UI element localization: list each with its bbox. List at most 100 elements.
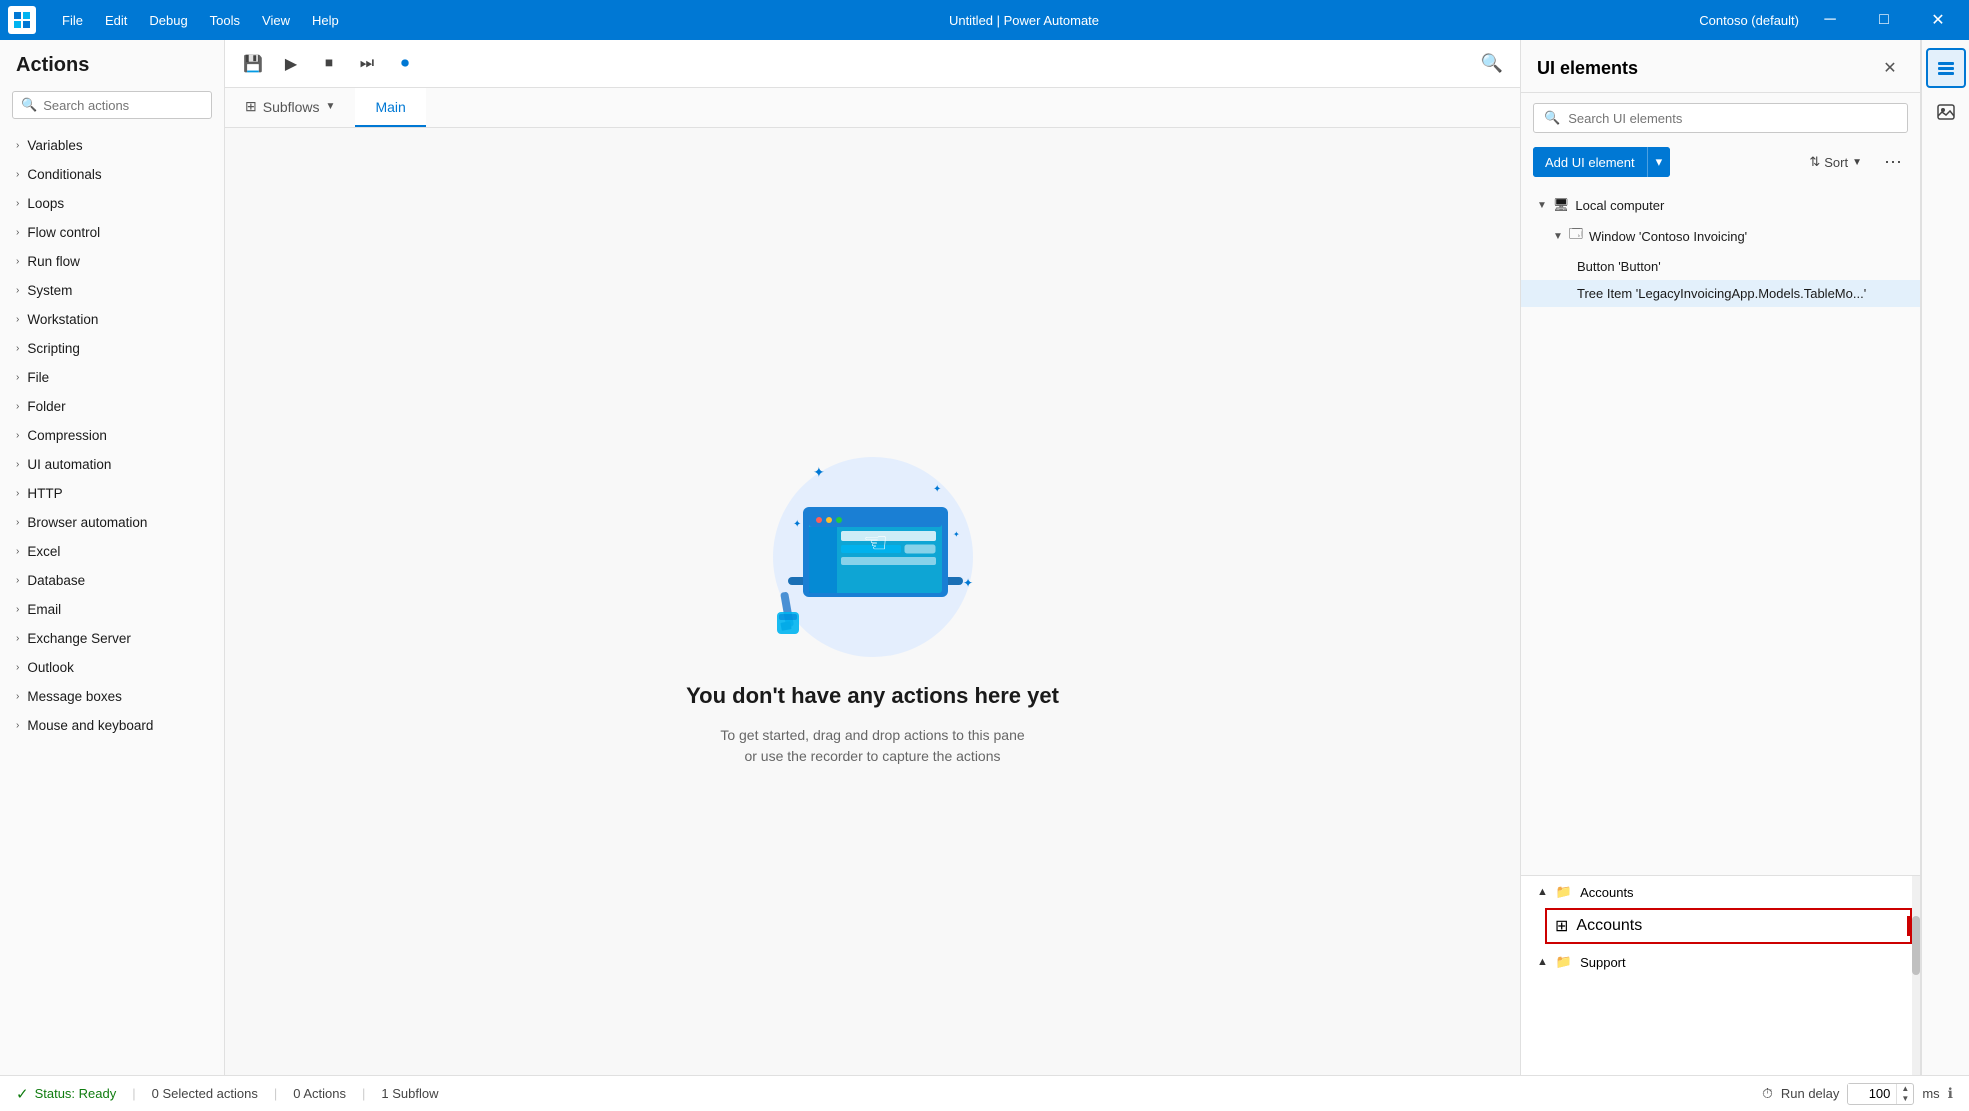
stop-button[interactable]: ⏹	[313, 48, 345, 80]
search-actions-box[interactable]: 🔍	[12, 91, 212, 119]
menu-help[interactable]: Help	[302, 9, 349, 32]
scrollbar-thumb[interactable]	[1912, 916, 1920, 976]
tree-item-window[interactable]: ▼ 🗔 Window 'Contoso Invoicing'	[1521, 219, 1920, 253]
action-item-http[interactable]: › HTTP	[0, 479, 224, 508]
action-item-run-flow[interactable]: › Run flow	[0, 247, 224, 276]
action-item-folder[interactable]: › Folder	[0, 392, 224, 421]
canvas-tabs: ⊞ Subflows ▼ Main	[225, 88, 1520, 128]
accounts-folder-item[interactable]: ▲ 📁 Accounts	[1521, 876, 1920, 908]
action-label: Outlook	[27, 660, 74, 675]
action-item-variables[interactable]: › Variables	[0, 131, 224, 160]
action-label: Mouse and keyboard	[27, 718, 153, 733]
titlebar: File Edit Debug Tools View Help Untitled…	[0, 0, 1969, 40]
action-item-exchange-server[interactable]: › Exchange Server	[0, 624, 224, 653]
tab-main[interactable]: Main	[355, 88, 425, 127]
support-folder-item[interactable]: ▲ 📁 Support	[1521, 946, 1920, 978]
tree-item-label: Tree Item 'LegacyInvoicingApp.Models.Tab…	[1577, 286, 1866, 301]
canvas-empty-state: ✦ ✦ ✦ ✦ ✦	[225, 128, 1520, 1075]
ui-elements-rail-button[interactable]	[1926, 48, 1966, 88]
action-item-scripting[interactable]: › Scripting	[0, 334, 224, 363]
search-ui-elements-box[interactable]: 🔍	[1533, 103, 1908, 133]
main-tab-label: Main	[375, 99, 405, 115]
action-item-ui-automation[interactable]: › UI automation	[0, 450, 224, 479]
tree-item-button[interactable]: Button 'Button'	[1521, 253, 1920, 280]
action-item-compression[interactable]: › Compression	[0, 421, 224, 450]
chevron-icon: ›	[16, 604, 19, 615]
action-item-excel[interactable]: › Excel	[0, 537, 224, 566]
svg-text:✦: ✦	[963, 576, 973, 590]
image-icon	[1936, 102, 1956, 122]
computer-icon: 🖥	[1553, 197, 1570, 213]
folder-icon: 📁	[1556, 884, 1572, 900]
sort-icon: ⇅	[1809, 154, 1820, 170]
run-delay-input[interactable]	[1848, 1084, 1896, 1103]
sort-button[interactable]: ⇅ Sort ▼	[1801, 149, 1870, 175]
menu-file[interactable]: File	[52, 9, 93, 32]
action-item-mouse-keyboard[interactable]: › Mouse and keyboard	[0, 711, 224, 740]
accounts-item[interactable]: ⊞ Accounts	[1545, 908, 1912, 944]
next-button[interactable]: ⏭	[351, 48, 383, 80]
chevron-icon: ›	[16, 575, 19, 586]
delay-up-button[interactable]: ▲	[1897, 1084, 1913, 1094]
menu-view[interactable]: View	[252, 9, 300, 32]
maximize-button[interactable]: □	[1861, 0, 1907, 40]
search-icon: 🔍	[1544, 110, 1560, 126]
tree-item-legacy[interactable]: Tree Item 'LegacyInvoicingApp.Models.Tab…	[1521, 280, 1920, 307]
menu-tools[interactable]: Tools	[200, 9, 250, 32]
record-button[interactable]: ⏺	[389, 48, 421, 80]
tree-item-local-computer[interactable]: ▼ 🖥 Local computer	[1521, 191, 1920, 219]
status-text: Status: Ready	[35, 1086, 117, 1101]
accounts-item-label: Accounts	[1576, 917, 1642, 935]
search-button[interactable]: 🔍	[1476, 48, 1508, 80]
menu-edit[interactable]: Edit	[95, 9, 137, 32]
action-label: File	[27, 370, 49, 385]
close-ui-elements-button[interactable]: ✕	[1876, 54, 1904, 82]
status-ready: ✓ Status: Ready	[16, 1085, 116, 1103]
more-options-button[interactable]: ⋯	[1878, 148, 1908, 177]
search-actions-input[interactable]	[43, 98, 203, 113]
add-ui-element-dropdown[interactable]: ▾	[1647, 147, 1671, 177]
chevron-icon: ›	[16, 256, 19, 267]
minimize-button[interactable]: ─	[1807, 0, 1853, 40]
add-ui-element-button[interactable]: Add UI element	[1533, 147, 1647, 177]
close-button[interactable]: ✕	[1915, 0, 1961, 40]
action-item-message-boxes[interactable]: › Message boxes	[0, 682, 224, 711]
action-label: Email	[27, 602, 61, 617]
folder-icon: 📁	[1556, 954, 1572, 970]
subflows-label: Subflows	[263, 99, 320, 115]
images-rail-button[interactable]	[1926, 92, 1966, 132]
action-item-database[interactable]: › Database	[0, 566, 224, 595]
action-item-flow-control[interactable]: › Flow control	[0, 218, 224, 247]
action-label: Loops	[27, 196, 64, 211]
app-logo	[8, 6, 36, 34]
action-item-file[interactable]: › File	[0, 363, 224, 392]
action-item-workstation[interactable]: › Workstation	[0, 305, 224, 334]
action-item-system[interactable]: › System	[0, 276, 224, 305]
chevron-icon: ›	[16, 720, 19, 731]
tab-subflows[interactable]: ⊞ Subflows ▼	[225, 88, 355, 127]
run-button[interactable]: ▶	[275, 48, 307, 80]
action-label: Workstation	[27, 312, 98, 327]
search-ui-elements-input[interactable]	[1568, 111, 1897, 126]
svg-text:✦: ✦	[813, 464, 825, 480]
info-icon: ℹ	[1948, 1085, 1953, 1102]
delay-down-button[interactable]: ▼	[1897, 1094, 1913, 1104]
action-item-conditionals[interactable]: › Conditionals	[0, 160, 224, 189]
chevron-icon: ›	[16, 459, 19, 470]
ui-elements-panel: UI elements ✕ 🔍 Add UI element ▾ ⇅ Sort …	[1521, 40, 1921, 1075]
actions-title: Actions	[0, 40, 224, 85]
ui-elements-bottom: ▲ 📁 Accounts ⊞ Accounts ▲ 📁 Support	[1521, 875, 1920, 1075]
clock-icon: ⏱	[1762, 1085, 1773, 1102]
save-button[interactable]: 💾	[237, 48, 269, 80]
accounts-folder-label: Accounts	[1580, 885, 1633, 900]
action-item-browser-automation[interactable]: › Browser automation	[0, 508, 224, 537]
menu-debug[interactable]: Debug	[139, 9, 197, 32]
chevron-icon: ›	[16, 314, 19, 325]
action-item-outlook[interactable]: › Outlook	[0, 653, 224, 682]
action-item-loops[interactable]: › Loops	[0, 189, 224, 218]
ui-elements-title: UI elements	[1537, 58, 1876, 79]
action-item-email[interactable]: › Email	[0, 595, 224, 624]
run-delay-input-wrap: ▲ ▼	[1847, 1083, 1914, 1105]
action-label: Database	[27, 573, 85, 588]
chevron-icon: ›	[16, 401, 19, 412]
